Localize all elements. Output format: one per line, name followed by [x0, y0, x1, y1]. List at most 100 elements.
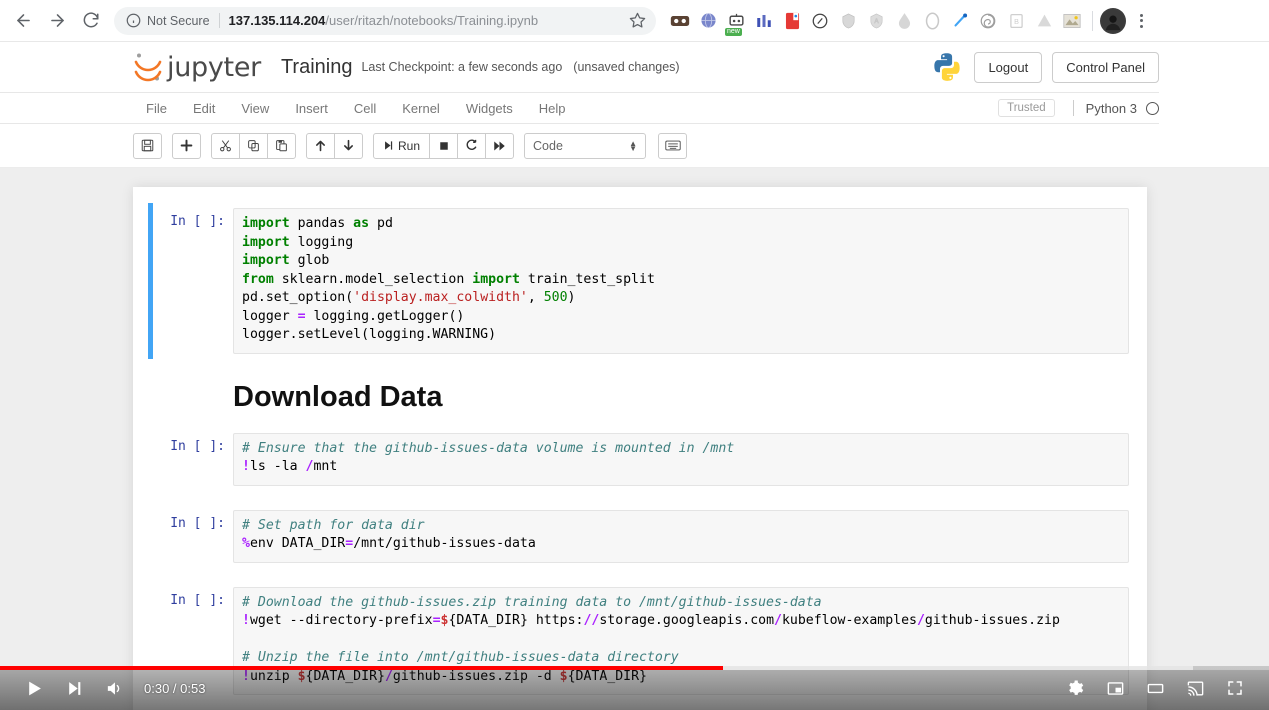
star-icon[interactable]: [629, 12, 646, 29]
code-line: import logging: [242, 234, 354, 250]
cell-prompt: In [ ]:: [170, 214, 225, 229]
ext-red-book-icon[interactable]: [778, 7, 806, 35]
arrow-down-icon[interactable]: [334, 132, 363, 159]
video-player-controls: 0:30 / 0:53: [0, 666, 1269, 710]
kebab-menu-icon[interactable]: [1129, 7, 1153, 35]
menu-file[interactable]: File: [133, 95, 180, 122]
restart-circle-icon[interactable]: [457, 132, 487, 159]
unsaved-changes-label: (unsaved changes): [573, 60, 680, 74]
toolbar-group-insert: [172, 132, 201, 159]
url-path: /user/ritazh/notebooks/Training.ipynb: [325, 13, 539, 28]
last-checkpoint-label: Last Checkpoint: a few seconds ago: [361, 60, 563, 74]
jupyter-logo[interactable]: jupyter: [133, 51, 261, 83]
trusted-badge: Trusted: [998, 99, 1055, 117]
cell-set-data-dir[interactable]: In [ ]: # Set path for data dir %env DATA…: [153, 505, 1147, 568]
code-editor[interactable]: # Ensure that the github-issues-data vol…: [233, 432, 1129, 486]
run-button[interactable]: Run: [373, 132, 431, 159]
info-circle-icon[interactable]: [126, 13, 141, 28]
ext-shield-grey-icon[interactable]: [834, 7, 862, 35]
save-icon[interactable]: [133, 132, 162, 159]
menubar-status-area: Trusted Python 3: [998, 99, 1159, 117]
logout-button[interactable]: Logout: [974, 51, 1043, 83]
code-line: pd.set_option('display.max_colwidth', 50…: [242, 290, 576, 305]
code-line: import glob: [242, 253, 330, 268]
toolbar-group-move: [306, 132, 363, 159]
control-panel-button[interactable]: Control Panel: [1052, 51, 1159, 83]
menu-help[interactable]: Help: [526, 95, 579, 122]
keyboard-icon[interactable]: [658, 132, 688, 159]
chevron-updown-icon: ▲ ▼: [629, 138, 638, 153]
stop-square-icon[interactable]: [429, 132, 459, 159]
video-time-display: 0:30 / 0:53: [144, 680, 206, 696]
kernel-divider: [1072, 100, 1074, 116]
ext-picture-icon[interactable]: [1058, 7, 1086, 35]
ext-robot-icon[interactable]: new: [722, 7, 750, 36]
miniplayer-icon[interactable]: [1095, 668, 1135, 708]
jupyter-logo-text: jupyter: [167, 51, 261, 83]
markdown-heading-download-data[interactable]: Download Data: [233, 381, 1147, 414]
reload-icon[interactable]: [74, 4, 108, 38]
notebook-name[interactable]: Training: [281, 56, 353, 79]
volume-icon[interactable]: [94, 668, 134, 708]
cast-icon[interactable]: [1175, 668, 1215, 708]
code-line: import pandas as pd: [242, 216, 393, 231]
cell-prompt: In [ ]:: [170, 438, 225, 454]
menu-view[interactable]: View: [228, 95, 282, 122]
toolbar-divider: [1092, 10, 1093, 31]
arrow-up-icon[interactable]: [306, 132, 335, 159]
browser-toolbar: Not Secure 137.135.114.204/user/ritazh/n…: [0, 0, 1269, 42]
forward-icon[interactable]: [40, 4, 74, 38]
menu-edit[interactable]: Edit: [180, 95, 228, 122]
ext-chart-icon[interactable]: [750, 7, 778, 35]
code-editor[interactable]: import pandas as pd import logging import …: [233, 208, 1129, 354]
code-line: logger = logging.getLogger(): [242, 308, 465, 324]
menu-kernel[interactable]: Kernel: [389, 95, 453, 122]
menu-cell[interactable]: Cell: [341, 95, 389, 122]
paste-icon[interactable]: [267, 132, 296, 159]
ext-triangle-icon[interactable]: A: [862, 7, 890, 35]
gear-icon[interactable]: [1055, 668, 1095, 708]
ext-spiral-icon[interactable]: [974, 7, 1002, 35]
ext-cloud-icon[interactable]: [1030, 7, 1058, 35]
code-line: !wget --directory-prefix=${DATA_DIR} htt…: [242, 613, 1060, 628]
url-text: 137.135.114.204/user/ritazh/notebooks/Tr…: [229, 13, 623, 28]
code-editor[interactable]: # Set path for data dir %env DATA_DIR=/mn…: [233, 509, 1129, 563]
fast-forward-icon[interactable]: [485, 132, 515, 159]
ext-mask-icon[interactable]: [666, 7, 694, 35]
play-icon[interactable]: [14, 668, 54, 708]
profile-avatar[interactable]: [1099, 7, 1127, 35]
ext-new-badge: new: [725, 27, 742, 36]
code-line: !ls -la /mnt: [242, 459, 338, 474]
jupyter-logo-icon: [133, 51, 163, 83]
scissors-icon[interactable]: [211, 132, 240, 159]
cell-ls-mnt[interactable]: In [ ]: # Ensure that the github-issues-…: [153, 428, 1147, 491]
back-icon[interactable]: [6, 4, 40, 38]
theater-mode-icon[interactable]: [1135, 668, 1175, 708]
ext-compass-icon[interactable]: [806, 7, 834, 35]
add-cell-icon[interactable]: [172, 132, 201, 159]
toolbar-group-save: [133, 132, 162, 159]
kernel-name-label[interactable]: Python 3: [1086, 101, 1137, 116]
ext-oval-icon[interactable]: [918, 7, 946, 35]
menu-widgets[interactable]: Widgets: [453, 95, 526, 122]
code-line: # Unzip the file into /mnt/github-issues…: [242, 650, 679, 665]
code-line: logger.setLevel(logging.WARNING): [242, 327, 497, 342]
code-line: # Set path for data dir: [242, 517, 425, 533]
cell-imports[interactable]: In [ ]: import pandas as pd import loggin…: [148, 203, 1147, 359]
ext-globe-icon[interactable]: [694, 7, 722, 35]
ext-eyedropper-icon[interactable]: [946, 7, 974, 35]
code-line: %env DATA_DIR=/mnt/github-issues-data: [242, 536, 536, 551]
cell-type-select[interactable]: Code ▲ ▼: [524, 132, 647, 159]
fullscreen-icon[interactable]: [1215, 668, 1255, 708]
video-right-controls: [1055, 668, 1255, 708]
video-progress-bar[interactable]: [0, 666, 1269, 670]
copy-icon[interactable]: [239, 132, 268, 159]
ext-drop-icon[interactable]: [890, 7, 918, 35]
next-track-icon[interactable]: [54, 668, 94, 708]
notebook-header: jupyter Training Last Checkpoint: a few …: [0, 42, 1269, 92]
address-bar[interactable]: Not Secure 137.135.114.204/user/ritazh/n…: [114, 6, 656, 35]
cell-type-value: Code: [533, 138, 563, 153]
ext-box-b-icon[interactable]: B: [1002, 7, 1030, 35]
browser-nav-buttons: [0, 4, 108, 38]
menu-insert[interactable]: Insert: [282, 95, 341, 122]
